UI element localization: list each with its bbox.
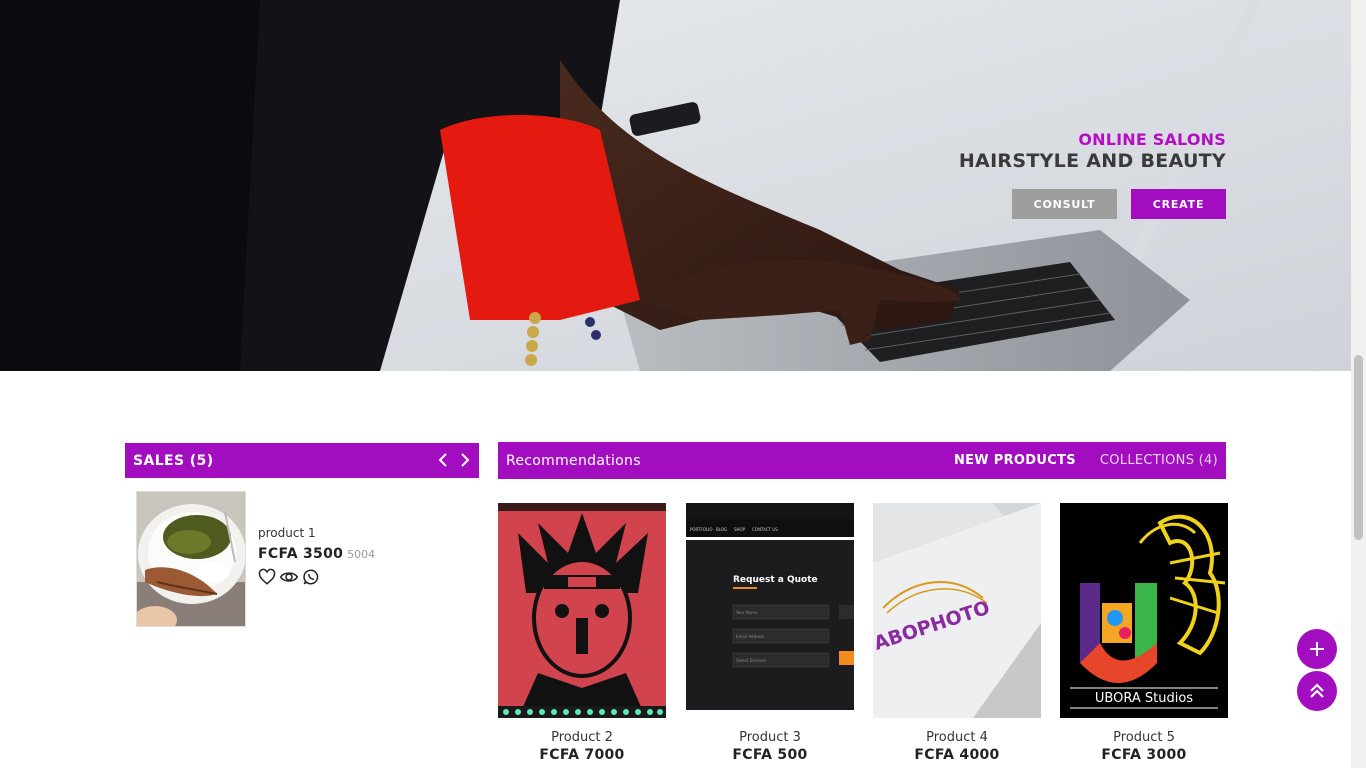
mock-field-services: Select Services — [736, 658, 766, 663]
tab-new-products[interactable]: NEW PRODUCTS — [954, 453, 1076, 468]
sale-item-price: FCFA 3500 — [258, 546, 344, 562]
product-image[interactable]: ABOPHOTO — [873, 503, 1041, 718]
product-price: FCFA 3000 — [1101, 747, 1187, 763]
mock-field-email: Email Address — [736, 634, 764, 639]
mock-heading: Request a Quote — [733, 575, 818, 585]
recommendations-tabs: NEW PRODUCTS COLLECTIONS (4) — [954, 442, 1218, 479]
product-card[interactable]: UBORA Studios Product 5 FCFA 3000 — [1060, 503, 1228, 763]
product-card[interactable]: ABOPHOTO Product 4 FCFA 4000 — [873, 503, 1041, 763]
chevron-right-icon[interactable] — [457, 449, 473, 471]
product-image[interactable]: PORTFOLIO BLOG SHOP CONTACT US Request a… — [686, 503, 854, 718]
mock-nav-portfolio: PORTFOLIO — [690, 527, 713, 532]
recommendations-title: Recommendations — [506, 452, 641, 469]
recommendations-header: Recommendations NEW PRODUCTS COLLECTIONS… — [498, 442, 1226, 479]
sale-item-old-price: 5004 — [347, 548, 376, 561]
product-name[interactable]: Product 4 — [873, 730, 1041, 745]
product-name[interactable]: Product 5 — [1060, 730, 1228, 745]
consult-button[interactable]: CONSULT — [1012, 189, 1117, 219]
hero-subtitle: ONLINE SALONS — [1078, 130, 1226, 149]
double-chevron-up-icon — [1310, 683, 1324, 698]
product-name[interactable]: Product 2 — [498, 730, 666, 745]
sale-item-price-row: FCFA 3500 5004 — [258, 546, 375, 562]
whatsapp-icon[interactable] — [302, 568, 320, 586]
product-price: FCFA 7000 — [539, 747, 625, 763]
sale-item-name[interactable]: product 1 — [258, 526, 375, 540]
scrollbar-thumb[interactable] — [1354, 355, 1363, 540]
eye-icon[interactable] — [280, 568, 298, 586]
mock-nav-contact: CONTACT US — [752, 527, 778, 532]
product-card[interactable]: Product 2 FCFA 7000 — [498, 503, 666, 763]
hero-text: ONLINE SALONS HAIRSTYLE AND BEAUTY — [959, 130, 1226, 172]
create-button[interactable]: CREATE — [1131, 189, 1226, 219]
scroll-top-button[interactable] — [1297, 671, 1337, 711]
hero-buttons: CONSULT CREATE — [1012, 189, 1226, 219]
product-name[interactable]: Product 3 — [686, 730, 854, 745]
add-button[interactable] — [1297, 629, 1337, 669]
mock-ubora: UBORA Studios — [1095, 691, 1193, 706]
hero-photo — [0, 0, 1351, 371]
chevron-left-icon[interactable] — [435, 449, 451, 471]
sale-item-actions — [258, 568, 375, 586]
mock-nav-shop: SHOP — [734, 527, 746, 532]
mock-nav-blog: BLOG — [716, 527, 727, 532]
page-scrollbar[interactable] — [1351, 0, 1366, 768]
hero-title: HAIRSTYLE AND BEAUTY — [958, 150, 1226, 172]
sale-item-info: product 1 FCFA 3500 5004 — [258, 526, 375, 586]
product-price: FCFA 4000 — [914, 747, 1000, 763]
tab-collections[interactable]: COLLECTIONS (4) — [1100, 453, 1218, 468]
heart-icon[interactable] — [258, 568, 276, 586]
product-card[interactable]: PORTFOLIO BLOG SHOP CONTACT US Request a… — [686, 503, 854, 763]
sales-title: SALES (5) — [133, 452, 214, 469]
sales-header: SALES (5) — [125, 443, 479, 478]
product-price: FCFA 500 — [732, 747, 808, 763]
plus-icon — [1310, 642, 1324, 656]
sale-item[interactable]: product 1 FCFA 3500 5004 — [136, 491, 476, 627]
sales-nav — [435, 449, 473, 471]
sale-item-image[interactable] — [136, 491, 246, 627]
product-image[interactable]: UBORA Studios — [1060, 503, 1228, 718]
hero-banner: ONLINE SALONS HAIRSTYLE AND BEAUTY CONSU… — [0, 0, 1351, 371]
product-image[interactable] — [498, 503, 666, 718]
mock-field-name: Your Name — [735, 610, 758, 615]
